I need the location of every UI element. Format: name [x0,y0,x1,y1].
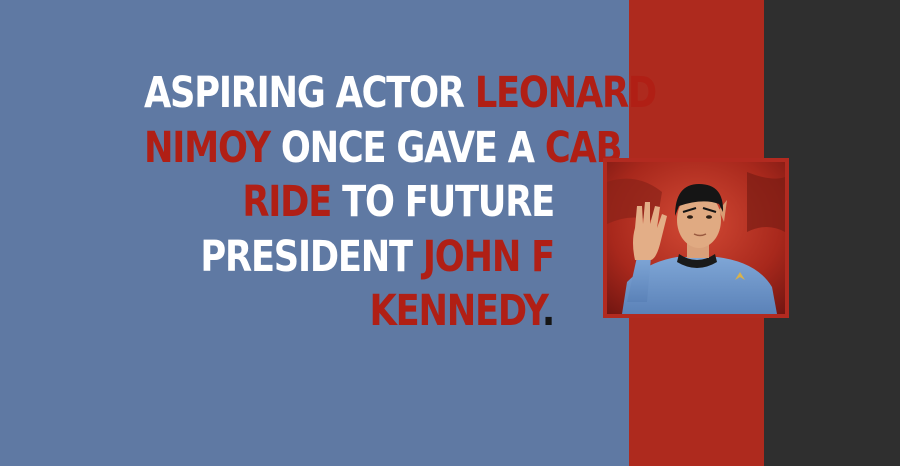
fact-text: ASPIRING ACTOR LEONARD NIMOY ONCE GAVE A … [144,66,657,339]
fact-highlight-text: RIDE [242,177,332,227]
fact-line: NIMOY ONCE GAVE A CAB [144,121,622,176]
portrait-photo [603,158,789,318]
fact-line: PRESIDENT JOHN F [144,230,555,285]
spock-salute-icon [607,162,785,314]
fact-line: ASPIRING ACTOR LEONARD [144,66,657,121]
fact-text-segment: PRESIDENT [200,231,423,282]
fact-highlight-text: LEONARD [474,68,657,118]
fact-text-segment: . [541,286,555,336]
fact-highlight-text: NIMOY [144,122,271,173]
fact-text-segment: ASPIRING ACTOR [144,68,475,118]
fact-text-segment: TO FUTURE [331,177,555,227]
fact-line: KENNEDY. [144,284,556,339]
fact-highlight-text: JOHN F [422,231,555,282]
fact-line: RIDE TO FUTURE [144,175,555,230]
fact-highlight-text: KENNEDY [369,286,544,336]
fact-text-segment: ONCE GAVE A [269,122,545,173]
